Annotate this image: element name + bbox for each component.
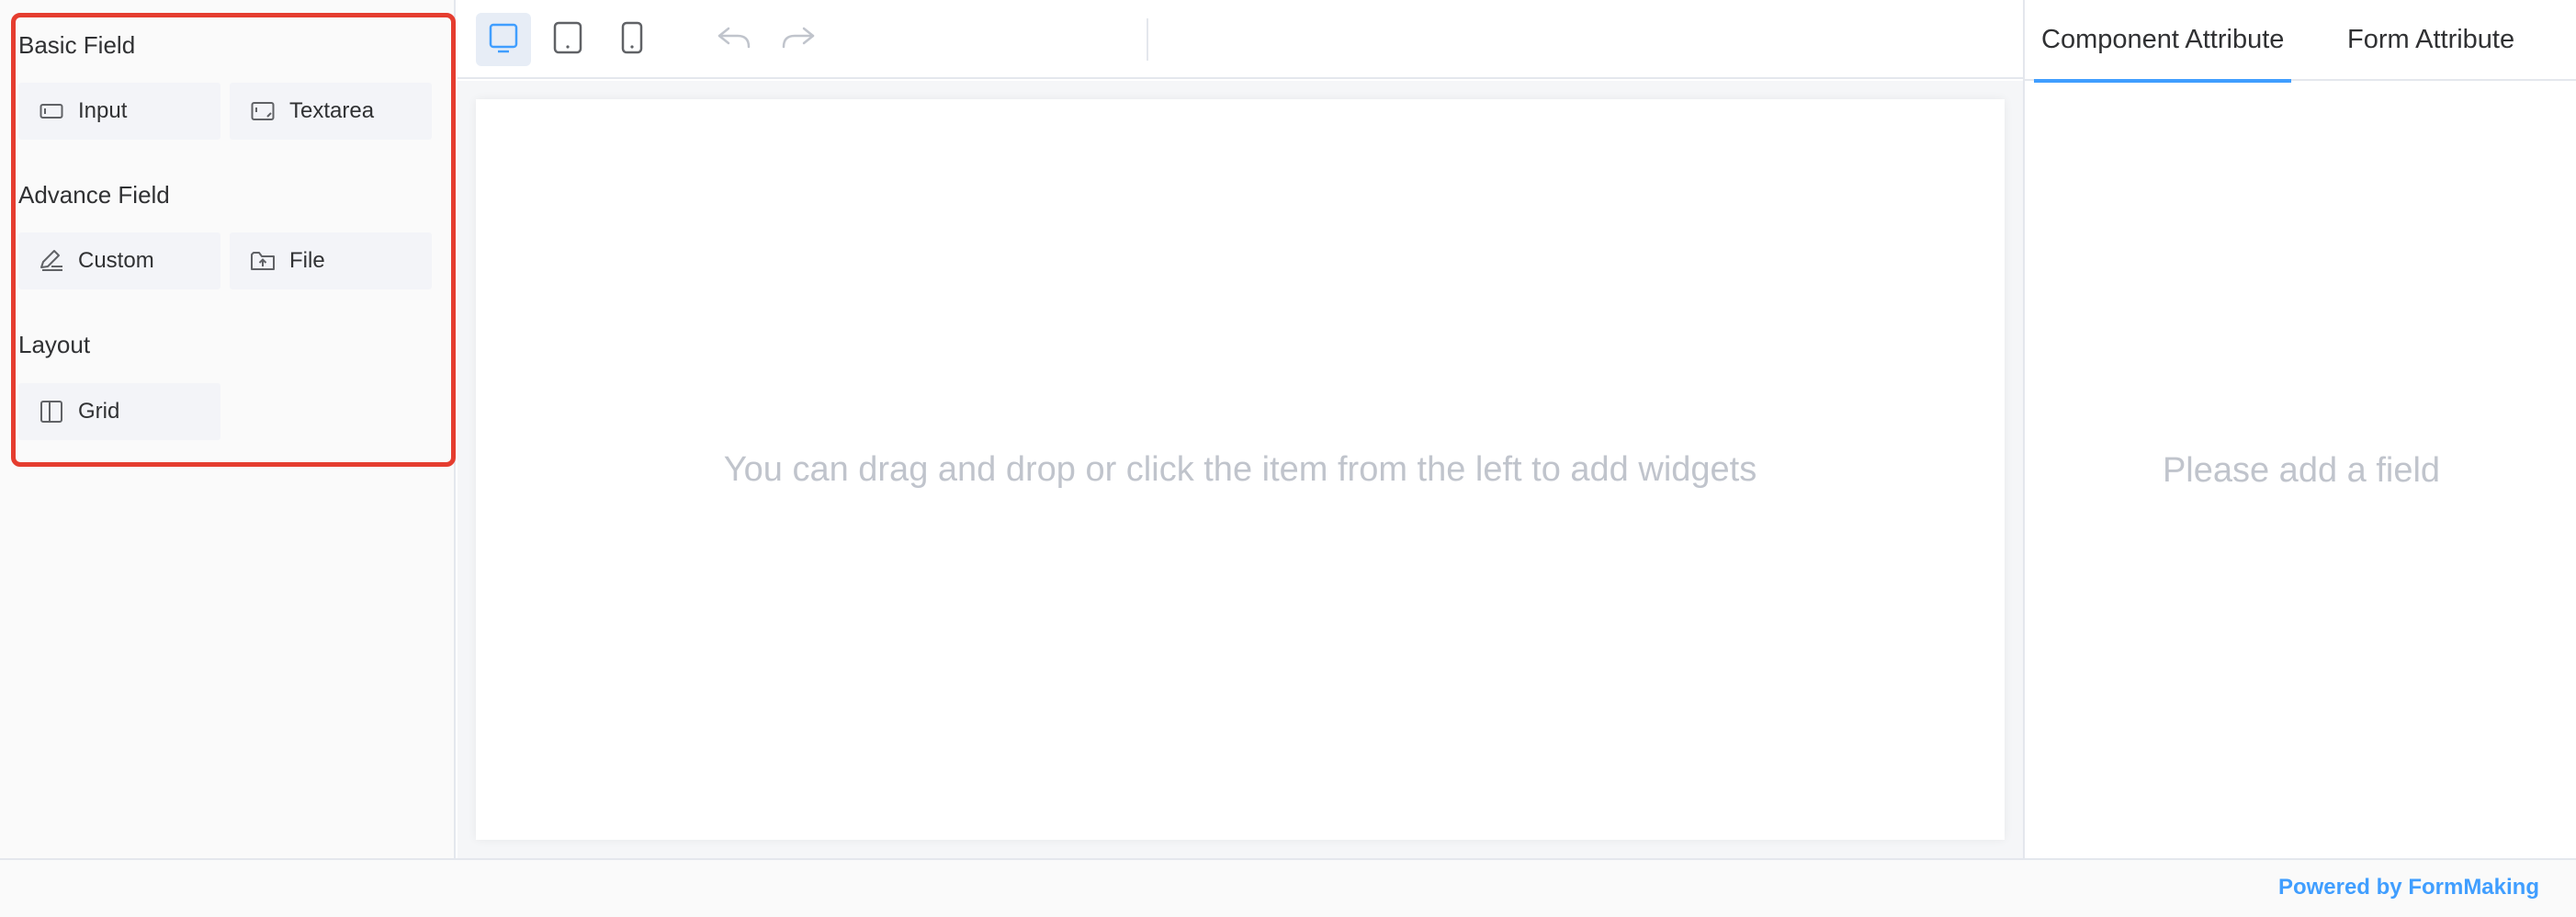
- widget-custom-label: Custom: [78, 248, 154, 273]
- attribute-empty-text: Please add a field: [2162, 450, 2441, 490]
- textarea-icon: [249, 97, 277, 125]
- custom-edit-icon: [38, 247, 65, 275]
- undo-button[interactable]: [706, 13, 762, 66]
- undo-icon: [716, 23, 752, 57]
- tab-component-attribute[interactable]: Component Attribute: [2033, 0, 2292, 83]
- redo-button[interactable]: [771, 13, 826, 66]
- widget-grid-label: Grid: [78, 399, 120, 424]
- widget-file-label: File: [289, 248, 325, 273]
- widget-custom[interactable]: Custom: [18, 232, 220, 289]
- toolbar-divider: [1147, 18, 1148, 61]
- toolbar: [458, 0, 2023, 79]
- widget-textarea[interactable]: Textarea: [230, 83, 432, 140]
- widget-panel: Basic Field Input Textarea Advance Field…: [0, 0, 456, 858]
- widget-textarea-label: Textarea: [289, 98, 375, 123]
- input-icon: [38, 97, 65, 125]
- canvas-empty-hint: You can drag and drop or click the item …: [723, 449, 1757, 489]
- attribute-panel: Component Attribute Form Attribute Pleas…: [2023, 0, 2576, 858]
- desktop-view-button[interactable]: [476, 13, 531, 66]
- canvas-area: You can drag and drop or click the item …: [458, 81, 2023, 858]
- grid-icon: [38, 398, 65, 425]
- group-title-basic: Basic Field: [18, 31, 136, 59]
- attribute-tabs: Component Attribute Form Attribute: [2025, 0, 2576, 83]
- mobile-icon: [621, 21, 643, 59]
- powered-by-link[interactable]: Powered by FormMaking: [2278, 875, 2539, 900]
- redo-icon: [780, 23, 817, 57]
- desktop-icon: [487, 21, 520, 59]
- widget-grid[interactable]: Grid: [18, 383, 220, 440]
- group-title-advance: Advance Field: [18, 181, 170, 209]
- widget-file[interactable]: File: [230, 232, 432, 289]
- group-title-layout: Layout: [18, 331, 91, 358]
- mobile-view-button[interactable]: [604, 13, 660, 66]
- tablet-icon: [553, 21, 582, 59]
- form-canvas-dropzone[interactable]: You can drag and drop or click the item …: [476, 99, 2005, 840]
- widget-input[interactable]: Input: [18, 83, 220, 140]
- tab-form-attribute[interactable]: Form Attribute: [2347, 0, 2514, 81]
- tablet-view-button[interactable]: [540, 13, 595, 66]
- footer: Powered by FormMaking: [0, 858, 2576, 917]
- widget-input-label: Input: [78, 98, 128, 123]
- file-upload-icon: [249, 247, 277, 275]
